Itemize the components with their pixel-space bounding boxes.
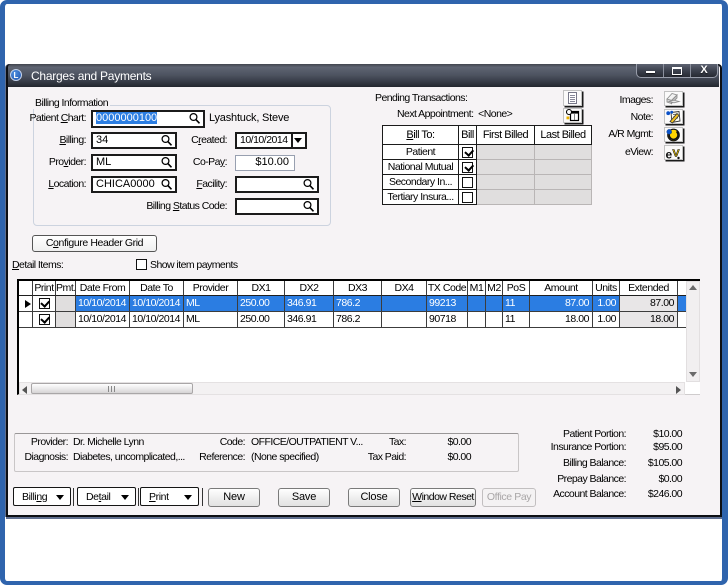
svg-text:e: e <box>666 148 673 161</box>
